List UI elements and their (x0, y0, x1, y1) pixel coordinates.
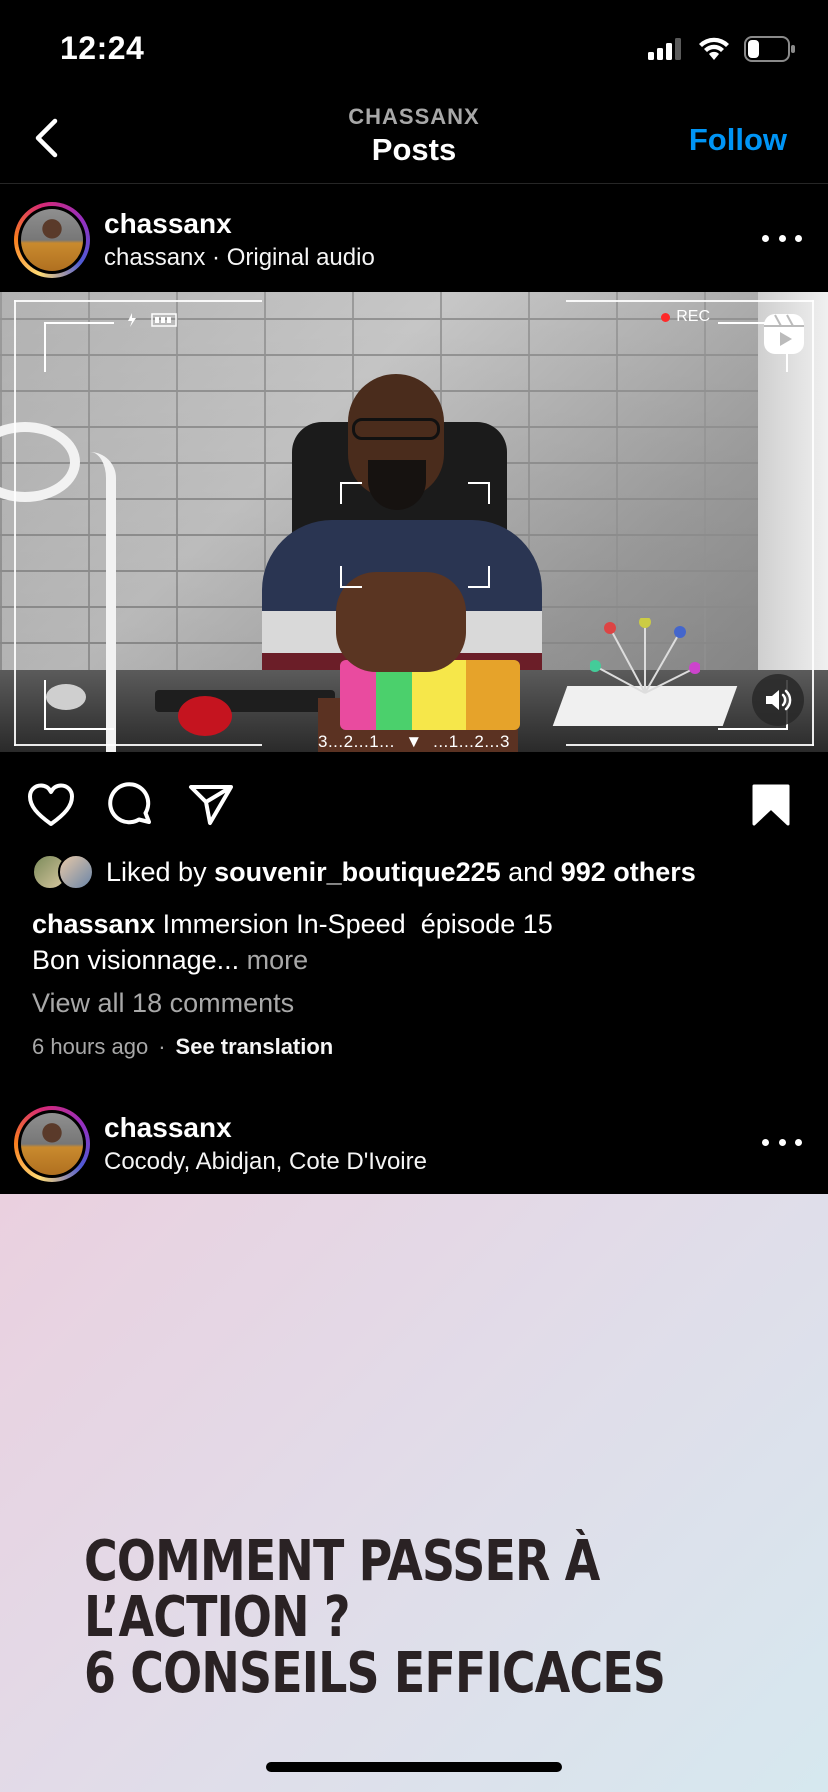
dot-icon (762, 234, 769, 242)
post-actions (0, 780, 828, 830)
caption-more-link[interactable]: more (239, 945, 309, 975)
post-location[interactable]: Cocody, Abidjan, Cote D'Ivoire (104, 1148, 427, 1176)
video-ring-light (0, 422, 80, 502)
viewfinder-corner (44, 680, 114, 730)
avatar-image (21, 1113, 83, 1175)
battery-indicator-icon (128, 313, 177, 327)
video-desk-sculpture (590, 618, 700, 694)
focus-corner (468, 482, 490, 504)
focus-corner (340, 482, 362, 504)
like-button[interactable] (26, 780, 76, 830)
cellular-signal-icon (648, 38, 681, 60)
viewfinder-line (14, 744, 262, 746)
avatar-image (21, 209, 83, 271)
more-options-button[interactable] (762, 226, 802, 250)
audio-toggle-button[interactable] (752, 674, 804, 726)
viewfinder-corner (44, 322, 114, 372)
save-button[interactable] (746, 780, 796, 830)
caption-username[interactable]: chassanx (32, 909, 155, 939)
dot-icon (778, 234, 786, 242)
headline-line-1: COMMENT PASSER À L’ACTION ? (84, 1529, 600, 1650)
headline-line-2: 6 CONSEILS EFFICACES (84, 1641, 666, 1706)
viewfinder-line (812, 300, 814, 746)
avatar[interactable] (14, 1106, 90, 1182)
post-video[interactable]: REC 3...2...1... ▼ ...1...2...3 (0, 292, 828, 752)
post-image[interactable]: COMMENT PASSER À L’ACTION ? 6 CONSEILS E… (0, 1194, 828, 1792)
reels-icon (764, 314, 804, 354)
battery-icon (744, 36, 795, 62)
heart-icon (28, 783, 74, 826)
avatar[interactable] (14, 202, 90, 278)
focus-corner (340, 566, 362, 588)
home-indicator[interactable] (266, 1762, 562, 1772)
dot-icon (762, 1138, 769, 1146)
dot-icon (795, 234, 802, 242)
status-bar: 12:24 (0, 0, 828, 100)
likes-others-count[interactable]: 992 others (561, 857, 696, 888)
meta-separator: · (158, 1034, 166, 1059)
post-image-headline: COMMENT PASSER À L’ACTION ? 6 CONSEILS E… (84, 1534, 694, 1702)
likes-prefix: Liked by (106, 856, 215, 887)
viewfinder-line (14, 300, 16, 746)
status-icons (648, 36, 796, 62)
post-timestamp: 6 hours ago (32, 1034, 149, 1059)
speaker-icon (766, 689, 792, 711)
liker-avatar (58, 854, 94, 890)
post-header: chassanx Cocody, Abidjan, Cote D'Ivoire (0, 1090, 828, 1194)
audio-label[interactable]: chassanx · Original audio (104, 244, 375, 272)
video-rose (178, 696, 232, 736)
see-translation-link[interactable]: See translation (176, 1034, 334, 1060)
dot-icon (795, 1138, 802, 1146)
post-meta: 6 hours ago · See translation (32, 1034, 333, 1060)
dot-icon (778, 1138, 786, 1146)
send-icon (189, 785, 233, 825)
post-header: chassanx chassanx · Original audio (0, 186, 828, 290)
rec-label: REC (676, 308, 710, 325)
video-person-glasses (352, 418, 440, 440)
status-time: 12:24 (60, 30, 145, 66)
view-comments-link[interactable]: View all 18 comments (32, 988, 294, 1019)
post-username[interactable]: chassanx (104, 1112, 232, 1144)
bookmark-filled-icon (752, 784, 790, 826)
post-username[interactable]: chassanx (104, 208, 232, 240)
video-countdown: 3...2...1... ▼ ...1...2...3 (318, 732, 510, 751)
share-button[interactable] (186, 780, 236, 830)
caption-text: Immersion In-Speed épisode 15 (155, 909, 553, 939)
more-options-button[interactable] (762, 1130, 802, 1154)
liker-avatars (32, 854, 96, 890)
likes-middle: and (500, 856, 561, 887)
follow-button[interactable]: Follow (689, 122, 787, 158)
likes-summary[interactable]: Liked by souvenir_boutique225 and 992 ot… (32, 854, 696, 890)
viewfinder-line (14, 300, 262, 302)
post-caption: chassanx Immersion In-Speed épisode 15 B… (32, 906, 812, 978)
viewfinder-line (566, 744, 814, 746)
rec-indicator: REC (661, 308, 710, 326)
rec-dot-icon (661, 312, 671, 322)
comment-button[interactable] (106, 780, 156, 830)
page-header: CHASSANX Posts Follow (0, 100, 828, 184)
comment-icon (108, 782, 151, 825)
wifi-icon (699, 37, 729, 60)
viewfinder-line (566, 300, 814, 302)
caption-text-line2: Bon visionnage... (32, 945, 240, 975)
focus-corner (468, 566, 490, 588)
liker-username[interactable]: souvenir_boutique225 (214, 857, 501, 888)
